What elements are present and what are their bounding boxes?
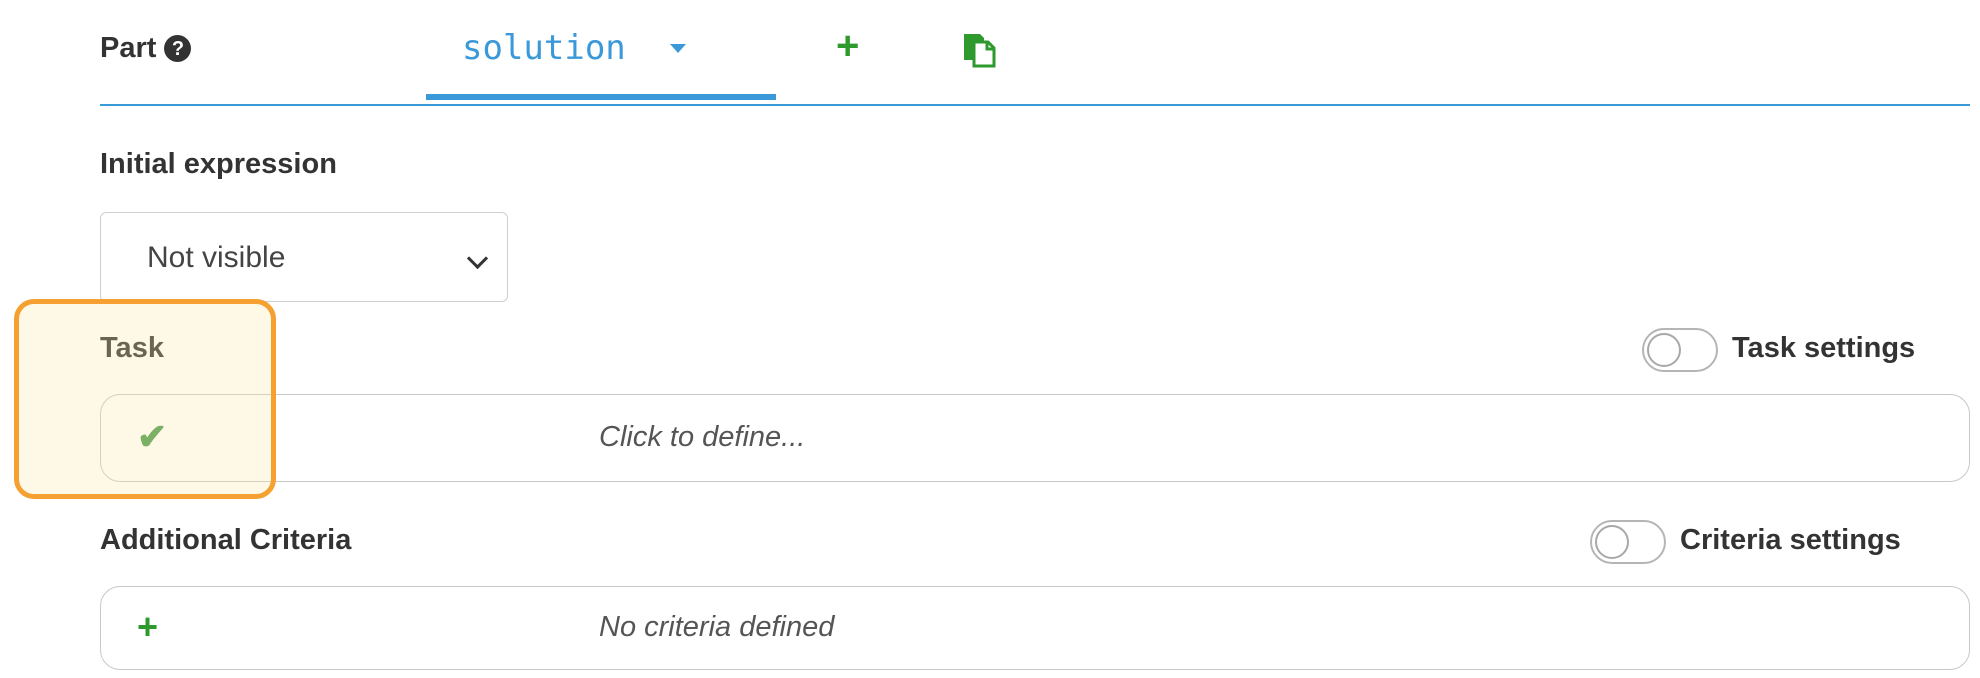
initial-expression-value: Not visible bbox=[147, 241, 286, 274]
task-label: Task bbox=[100, 332, 164, 364]
part-tab-bar: Part ? solution + bbox=[100, 0, 1970, 106]
add-criteria-plus-icon[interactable]: + bbox=[137, 609, 158, 645]
part-label-group: Part ? bbox=[100, 32, 192, 65]
criteria-placeholder: No criteria defined bbox=[599, 611, 835, 643]
tab-solution[interactable]: solution bbox=[426, 0, 776, 100]
page: Part ? solution + Initial expression Not… bbox=[0, 0, 1980, 678]
additional-criteria-label: Additional Criteria bbox=[100, 524, 352, 556]
tab-solution-label: solution bbox=[462, 28, 626, 68]
criteria-field[interactable]: + No criteria defined bbox=[100, 586, 1970, 670]
criteria-settings-label[interactable]: Criteria settings bbox=[1680, 524, 1901, 557]
toggle-knob bbox=[1595, 525, 1629, 559]
task-definition-field[interactable]: ✔ Click to define... bbox=[100, 394, 1970, 482]
task-settings-label[interactable]: Task settings bbox=[1732, 332, 1915, 365]
toggle-knob bbox=[1647, 333, 1681, 367]
part-label: Part bbox=[100, 32, 157, 64]
task-settings-toggle[interactable] bbox=[1642, 328, 1718, 372]
initial-expression-label: Initial expression bbox=[100, 148, 337, 180]
question-circle-icon[interactable]: ? bbox=[164, 35, 192, 62]
copy-document-icon[interactable] bbox=[960, 32, 996, 68]
task-placeholder: Click to define... bbox=[599, 421, 806, 453]
initial-expression-select[interactable]: Not visible bbox=[100, 212, 508, 302]
add-part-plus-icon[interactable]: + bbox=[836, 26, 859, 66]
chevron-down-icon bbox=[466, 247, 489, 270]
caret-down-icon[interactable] bbox=[670, 44, 686, 53]
checkmark-icon: ✔ bbox=[137, 416, 168, 457]
criteria-settings-toggle[interactable] bbox=[1590, 520, 1666, 564]
